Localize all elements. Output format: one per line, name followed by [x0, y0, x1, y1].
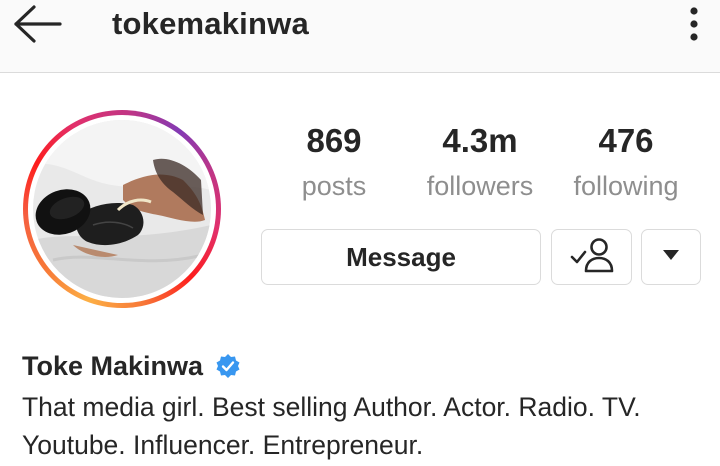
following-stat[interactable]: 476 following — [560, 120, 692, 204]
person-check-icon — [569, 235, 615, 280]
posts-label: posts — [301, 171, 367, 201]
caret-down-icon — [662, 248, 680, 266]
profile-name-row: Toke Makinwa — [22, 348, 241, 384]
following-count: 476 — [598, 122, 654, 159]
profile-bio: That media girl. Best selling Author. Ac… — [22, 388, 712, 464]
more-vertical-icon[interactable] — [680, 4, 708, 44]
following-button[interactable] — [551, 229, 632, 285]
verified-badge-icon — [215, 353, 241, 379]
top-bar: tokemakinwa — [0, 0, 720, 73]
profile-avatar[interactable] — [23, 110, 221, 308]
back-arrow-icon[interactable] — [12, 4, 64, 44]
posts-stat[interactable]: 869 posts — [284, 120, 384, 204]
bio-line: That media girl. Best selling Author. Ac… — [22, 392, 641, 422]
posts-count: 869 — [306, 122, 362, 159]
profile-username: tokemakinwa — [112, 6, 309, 41]
suggestions-dropdown-button[interactable] — [641, 229, 701, 285]
followers-count: 4.3m — [442, 122, 518, 159]
avatar-photo — [33, 120, 211, 298]
followers-stat[interactable]: 4.3m followers — [414, 120, 546, 204]
bio-line: Youtube. Influencer. Entrepreneur. — [22, 430, 424, 460]
followers-label: followers — [426, 171, 534, 201]
message-button[interactable]: Message — [261, 229, 541, 285]
avatar-inner — [28, 115, 216, 303]
following-label: following — [573, 171, 679, 201]
profile-full-name: Toke Makinwa — [22, 351, 204, 381]
